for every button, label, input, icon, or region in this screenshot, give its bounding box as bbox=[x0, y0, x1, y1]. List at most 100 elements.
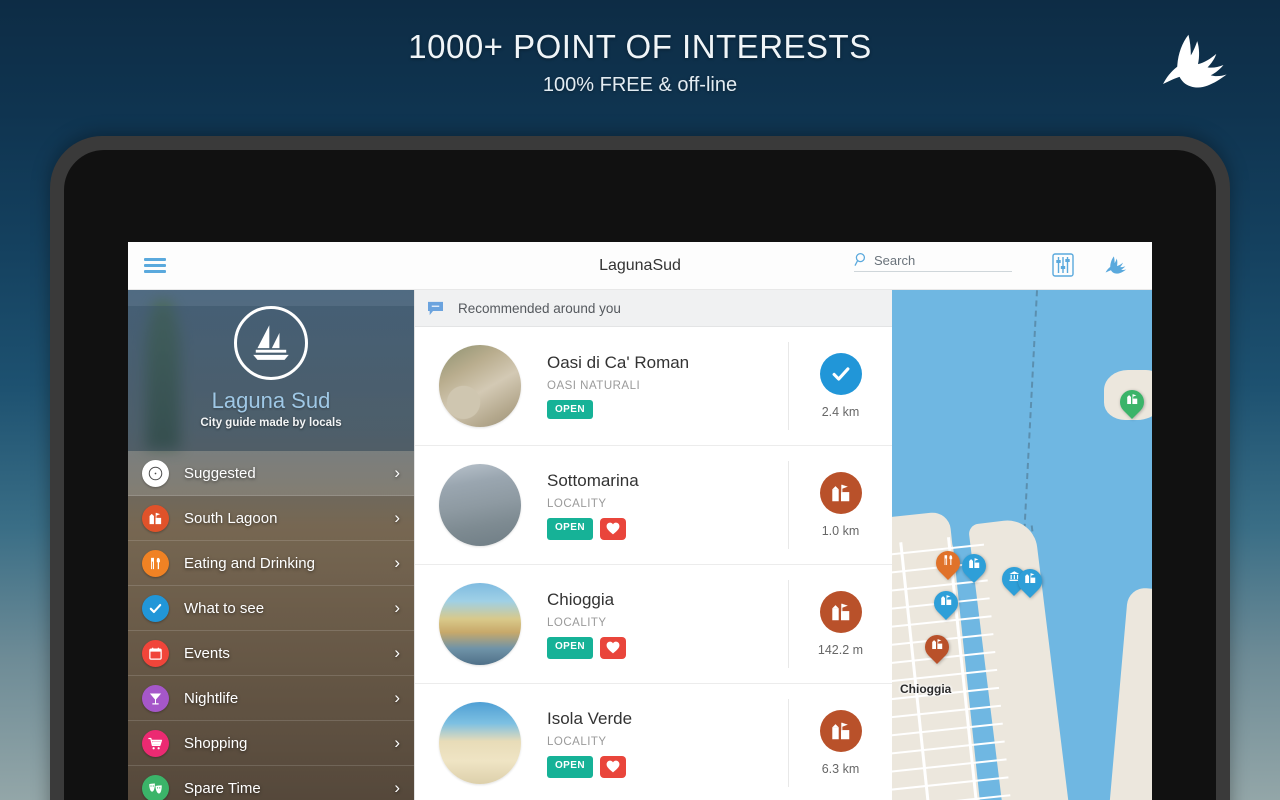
map-panel[interactable]: Chioggia bbox=[892, 290, 1152, 800]
search-field[interactable] bbox=[854, 252, 1012, 272]
sidebar-item-label: Spare Time bbox=[184, 779, 261, 797]
poi-list-item[interactable]: Oasi di Ca' Roman OASI NATURALI OPEN 2.4 km bbox=[415, 327, 892, 446]
sidebar-item-events[interactable]: Events › bbox=[128, 631, 414, 676]
compass-icon bbox=[142, 459, 169, 487]
favorite-heart-badge[interactable] bbox=[599, 755, 626, 778]
drawer-title: Laguna Sud bbox=[211, 388, 331, 413]
check-icon bbox=[142, 594, 169, 622]
sidebar-item-what-to-see[interactable]: What to see › bbox=[128, 586, 414, 631]
poi-list: Oasi di Ca' Roman OASI NATURALI OPEN 2.4 km… bbox=[415, 327, 892, 800]
poi-name: Oasi di Ca' Roman bbox=[547, 353, 690, 372]
poi-list-panel: Recommended around you Oasi di Ca' Roman… bbox=[414, 290, 892, 800]
equalizer-filter-icon[interactable] bbox=[1052, 253, 1074, 282]
hamburger-menu-icon[interactable] bbox=[144, 255, 166, 276]
sidebar-item-eating-and-drinking[interactable]: Eating and Drinking › bbox=[128, 541, 414, 586]
poi-name: Isola Verde bbox=[547, 708, 633, 728]
sidebar-item-label: Eating and Drinking bbox=[184, 554, 315, 572]
chevron-right-icon: › bbox=[394, 508, 400, 527]
poi-meta: 1.0 km bbox=[788, 461, 892, 549]
tablet-frame: LagunaSud Search Laguna Sud City guide m… bbox=[50, 136, 1230, 800]
open-status-badge: OPEN bbox=[547, 400, 593, 419]
sidebar-item-label: Nightlife bbox=[184, 689, 239, 707]
poi-thumbnail bbox=[439, 702, 521, 784]
city-circle-icon bbox=[819, 591, 862, 633]
poi-distance: 2.4 km bbox=[821, 405, 860, 419]
poi-category: LOCALITY bbox=[547, 735, 607, 748]
promo-banner: 1000+ POINT OF INTERESTS 100% FREE & off… bbox=[0, 0, 1280, 130]
cutlery-icon bbox=[142, 549, 169, 577]
chevron-right-icon: › bbox=[394, 778, 400, 797]
cutlery-pin-glyph bbox=[942, 554, 955, 572]
cocktail-icon bbox=[142, 684, 169, 712]
city-pin-glyph bbox=[940, 594, 953, 612]
map-city-label: Chioggia bbox=[900, 682, 952, 696]
poi-badges: OPEN bbox=[547, 755, 788, 778]
favorite-heart-badge[interactable] bbox=[599, 517, 626, 540]
search-icon bbox=[854, 252, 866, 266]
favorite-heart-badge[interactable] bbox=[599, 636, 626, 659]
city-pin-glyph bbox=[1126, 393, 1139, 411]
poi-distance: 142.2 m bbox=[817, 643, 864, 657]
poi-badges: OPEN bbox=[547, 636, 788, 659]
poi-category: LOCALITY bbox=[547, 497, 607, 510]
poi-meta: 142.2 m bbox=[788, 580, 892, 668]
poi-name: Chioggia bbox=[547, 589, 615, 609]
cart-icon bbox=[142, 729, 169, 757]
sidebar-item-label: What to see bbox=[184, 599, 265, 617]
poi-thumbnail bbox=[439, 583, 521, 665]
city-pin-glyph bbox=[931, 638, 944, 656]
chevron-right-icon: › bbox=[394, 463, 400, 482]
poi-info: Sottomarina LOCALITY OPEN bbox=[547, 471, 788, 540]
tablet-bezel: LagunaSud Search Laguna Sud City guide m… bbox=[64, 150, 1216, 800]
app-bar: LagunaSud bbox=[128, 242, 1152, 290]
open-status-badge: OPEN bbox=[547, 636, 593, 659]
poi-distance: 6.3 km bbox=[821, 762, 860, 776]
check-circle-icon bbox=[819, 353, 862, 395]
poi-list-item[interactable]: Isola Verde LOCALITY OPEN 6.3 km bbox=[415, 684, 892, 800]
city-pin-glyph bbox=[1024, 572, 1037, 590]
search-input[interactable] bbox=[874, 252, 994, 268]
poi-info: Oasi di Ca' Roman OASI NATURALI OPEN bbox=[547, 353, 788, 419]
poi-badges: OPEN bbox=[547, 517, 788, 540]
open-status-badge: OPEN bbox=[547, 517, 593, 540]
sidebar-item-suggested[interactable]: Suggested › bbox=[128, 451, 414, 496]
city-circle-icon bbox=[819, 472, 862, 514]
recommended-header: Recommended around you bbox=[415, 290, 892, 327]
chevron-right-icon: › bbox=[394, 643, 400, 662]
poi-thumbnail bbox=[439, 464, 521, 546]
calendar-icon bbox=[142, 639, 169, 667]
city-icon bbox=[142, 504, 169, 532]
poi-meta: 6.3 km bbox=[788, 699, 892, 787]
poi-list-item[interactable]: Sottomarina LOCALITY OPEN 1.0 km bbox=[415, 446, 892, 565]
poi-thumbnail bbox=[439, 345, 521, 427]
recommended-label: Recommended around you bbox=[458, 300, 621, 316]
sidebar-item-label: South Lagoon bbox=[184, 509, 278, 527]
heron-bird-logo bbox=[1158, 30, 1238, 92]
drawer-header: Laguna Sud City guide made by locals bbox=[128, 306, 414, 451]
drawer-nav-list: Suggested › South Lagoon › Eating and Drinki… bbox=[128, 451, 414, 800]
sidebar-item-south-lagoon[interactable]: South Lagoon › bbox=[128, 496, 414, 541]
poi-info: Chioggia LOCALITY OPEN bbox=[547, 590, 788, 659]
sidebar-item-spare-time[interactable]: Spare Time › bbox=[128, 766, 414, 800]
open-status-badge: OPEN bbox=[547, 755, 593, 778]
heron-bird-icon[interactable] bbox=[1104, 252, 1130, 283]
sidebar-item-shopping[interactable]: Shopping › bbox=[128, 721, 414, 766]
poi-category: LOCALITY bbox=[547, 616, 607, 629]
poi-list-item[interactable]: Chioggia LOCALITY OPEN 142.2 m bbox=[415, 565, 892, 684]
navigation-drawer: Laguna Sud City guide made by locals Sug… bbox=[128, 290, 414, 800]
city-circle-icon bbox=[819, 710, 862, 752]
chevron-right-icon: › bbox=[394, 598, 400, 617]
sidebar-item-nightlife[interactable]: Nightlife › bbox=[128, 676, 414, 721]
masks-icon bbox=[142, 774, 169, 800]
chevron-right-icon: › bbox=[394, 733, 400, 752]
sidebar-item-label: Events bbox=[184, 644, 230, 662]
poi-info: Isola Verde LOCALITY OPEN bbox=[547, 709, 788, 778]
promo-subtitle: 100% FREE & off-line bbox=[542, 74, 738, 96]
app-screen: LagunaSud Search Laguna Sud City guide m… bbox=[128, 242, 1152, 800]
sailboat-logo bbox=[234, 306, 308, 380]
promo-title: 1000+ POINT OF INTERESTS bbox=[408, 28, 872, 65]
poi-category: OASI NATURALI bbox=[547, 380, 641, 392]
chevron-right-icon: › bbox=[394, 688, 400, 707]
chevron-right-icon: › bbox=[394, 553, 400, 572]
city-pin-glyph bbox=[968, 557, 981, 575]
